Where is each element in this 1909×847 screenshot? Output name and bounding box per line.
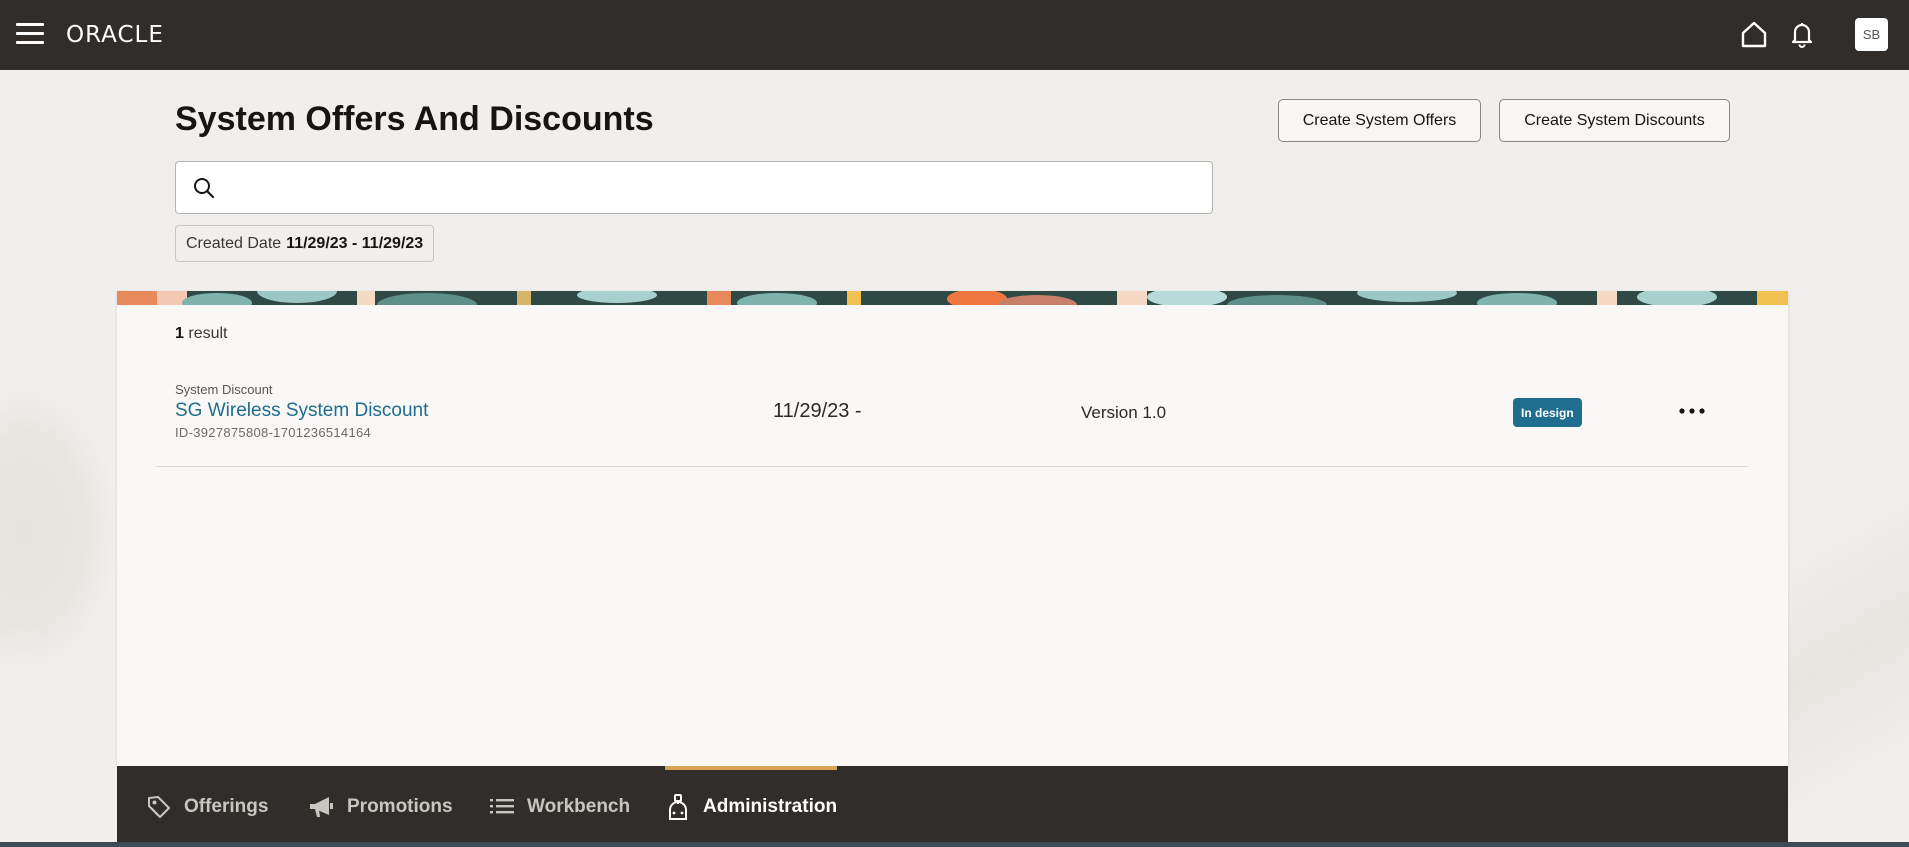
home-icon[interactable]	[1738, 18, 1770, 50]
create-system-offers-button[interactable]: Create System Offers	[1278, 99, 1481, 142]
megaphone-icon	[310, 796, 333, 817]
decorative-banner	[117, 291, 1788, 305]
nav-offerings-label: Offerings	[184, 795, 269, 817]
search-bar[interactable]	[175, 161, 1213, 214]
item-id: ID-3927875808-1701236514164	[175, 425, 372, 440]
nav-workbench[interactable]: Workbench	[489, 766, 630, 847]
result-row: System Discount SG Wireless System Disco…	[156, 369, 1748, 467]
created-date-filter-chip[interactable]: Created Date 11/29/23 - 11/29/23	[175, 225, 435, 262]
item-version: Version 1.0	[1081, 403, 1167, 422]
more-options-icon[interactable]	[1676, 397, 1708, 425]
bell-icon[interactable]	[1786, 18, 1818, 50]
page-title: System Offers And Discounts	[175, 100, 654, 138]
background-decoration	[0, 380, 120, 680]
result-count-number: 1	[175, 325, 184, 342]
filter-label: Created Date	[186, 234, 282, 252]
result-count: 1 result	[175, 325, 227, 343]
window-bottom-edge	[0, 842, 1909, 847]
nav-administration[interactable]: Administration	[665, 766, 837, 847]
menu-icon[interactable]	[16, 23, 44, 45]
oracle-logo: ORACLE	[66, 22, 164, 48]
item-name-link[interactable]: SG Wireless System Discount	[175, 400, 428, 422]
item-date: 11/29/23 -	[773, 400, 862, 422]
nav-workbench-label: Workbench	[527, 795, 631, 817]
top-header: ORACLE SB	[0, 0, 1909, 70]
result-count-label: result	[188, 325, 228, 342]
results-panel: 1 result System Discount SG Wireless Sys…	[117, 291, 1788, 767]
nav-administration-label: Administration	[703, 795, 838, 817]
filter-value: 11/29/23 - 11/29/23	[286, 234, 424, 252]
item-type: System Discount	[175, 382, 273, 397]
search-icon	[194, 177, 215, 198]
nav-offerings[interactable]: Offerings	[146, 766, 268, 847]
avatar[interactable]: SB	[1855, 18, 1888, 51]
tag-icon	[148, 795, 170, 818]
bottom-navigation: Offerings Promotions Workbench Administr…	[117, 766, 1788, 847]
nav-promotions[interactable]: Promotions	[307, 766, 453, 847]
status-badge: In design	[1513, 398, 1582, 427]
admin-icon	[669, 793, 687, 820]
create-system-discounts-button[interactable]: Create System Discounts	[1499, 99, 1730, 142]
search-input[interactable]	[226, 162, 1212, 213]
nav-promotions-label: Promotions	[347, 795, 453, 817]
list-icon	[490, 798, 514, 813]
